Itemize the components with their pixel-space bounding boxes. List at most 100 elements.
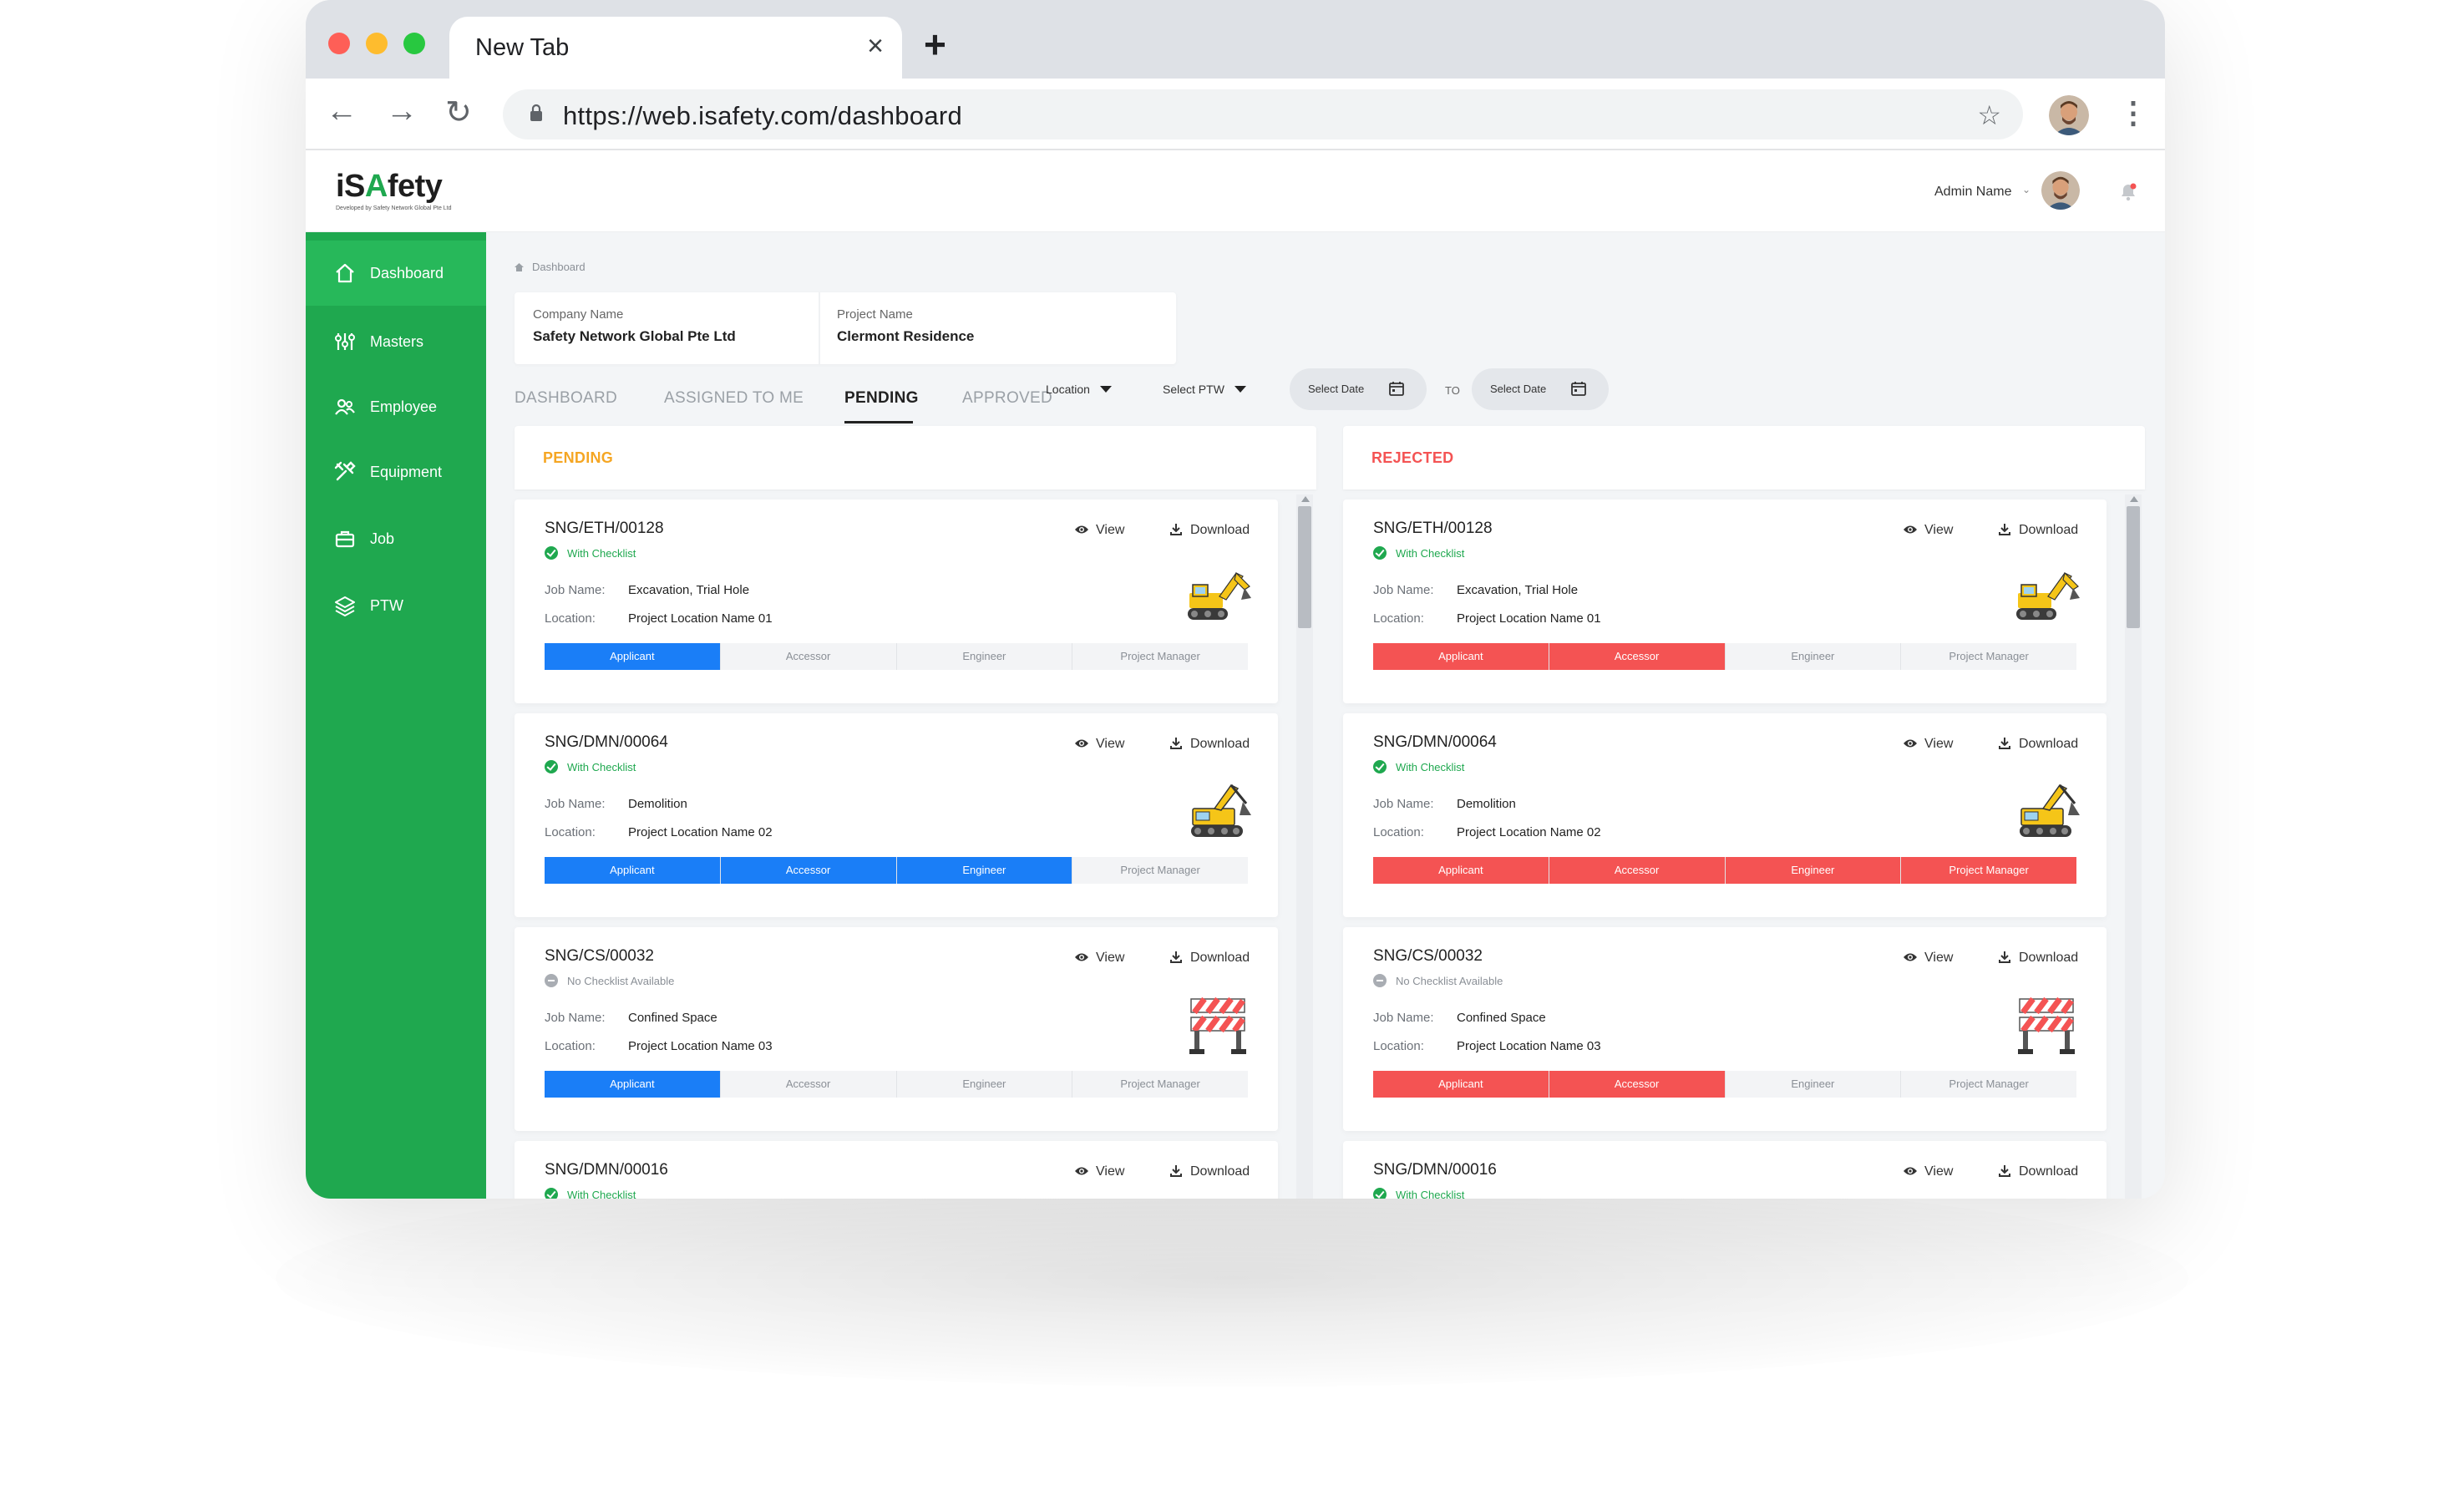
job-card[interactable]: SNG/DMN/00064 With Checklist View Download J… [1343, 713, 2107, 917]
tab-assigned-to-me[interactable]: ASSIGNED TO ME [664, 389, 804, 408]
close-window-button[interactable] [328, 33, 350, 54]
road-barrier-icon [1183, 992, 1253, 1056]
new-tab-button[interactable]: + [924, 22, 946, 67]
back-arrow-icon[interactable]: ← [326, 94, 357, 129]
job-card[interactable]: SNG/DMN/00064 With Checklist View Download J… [515, 713, 1278, 917]
layers-icon [335, 596, 355, 616]
job-card[interactable]: SNG/DMN/00016 With Checklist View Download [515, 1141, 1278, 1199]
location-label: Location: [545, 825, 596, 839]
permit-id[interactable]: SNG/DMN/00064 [545, 733, 668, 752]
checklist-status-text: With Checklist [567, 547, 636, 560]
location-label: Location: [545, 611, 596, 626]
location-value: Project Location Name 02 [628, 825, 773, 839]
sidebar-item-label: Job [370, 530, 395, 547]
view-button[interactable]: View [1903, 523, 1953, 538]
view-button[interactable]: View [1903, 951, 1953, 966]
tab-dashboard[interactable]: DASHBOARD [515, 389, 617, 408]
job-name-label: Job Name: [545, 797, 606, 811]
sidebar-item-dashboard[interactable]: Dashboard [306, 241, 486, 306]
approval-stage: Engineer [1725, 857, 1901, 884]
date-from-picker[interactable]: Select Date [1290, 368, 1427, 410]
approval-progress: Applicant Accessor Engineer Project Manager [545, 643, 1248, 670]
tab-pending[interactable]: PENDING [844, 389, 919, 408]
rejected-scrollbar-thumb[interactable] [2127, 506, 2140, 628]
job-card[interactable]: SNG/CS/00032 No Checklist Available View Do… [1343, 927, 2107, 1131]
tab-approved[interactable]: APPROVED [962, 389, 1052, 408]
job-card[interactable]: SNG/DMN/00016 With Checklist View Download [1343, 1141, 2107, 1199]
minimize-window-button[interactable] [366, 33, 388, 54]
approval-stage: Project Manager [1901, 857, 2076, 884]
home-icon[interactable] [515, 263, 524, 271]
browser-tab-strip: New Tab × + [306, 0, 2165, 79]
avatar[interactable] [2041, 171, 2080, 210]
approval-stage: Applicant [545, 1071, 720, 1098]
address-bar[interactable]: https://web.isafety.com/dashboard ☆ [503, 89, 2023, 139]
isafety-logo[interactable]: iSAfety Developed by Safety Network Glob… [336, 169, 452, 211]
download-button[interactable]: Download [1997, 523, 2078, 538]
reload-icon[interactable]: ↻ [445, 94, 472, 131]
job-card[interactable]: SNG/ETH/00128 With Checklist View Download J… [1343, 499, 2107, 703]
location-filter[interactable]: Location [1046, 383, 1112, 424]
briefcase-icon [335, 530, 355, 548]
admin-name[interactable]: Admin Name [1934, 185, 2011, 200]
download-button[interactable]: Download [1997, 737, 2078, 752]
sidebar-item-label: PTW [370, 597, 403, 614]
scroll-up-arrow-icon[interactable] [2130, 496, 2138, 502]
permit-id[interactable]: SNG/ETH/00128 [545, 520, 664, 538]
minus-circle-icon [545, 974, 558, 987]
permit-id[interactable]: SNG/CS/00032 [1373, 947, 1483, 966]
view-button[interactable]: View [1074, 1164, 1124, 1179]
approval-stage: Engineer [1725, 643, 1901, 670]
view-button[interactable]: View [1074, 523, 1124, 538]
breadcrumb: Dashboard [515, 261, 586, 273]
demolition-machine-icon [1183, 778, 1253, 842]
sidebar-item-job[interactable]: Job [306, 506, 486, 571]
download-icon [1170, 738, 1182, 749]
permit-id[interactable]: SNG/CS/00032 [545, 947, 654, 966]
project-info-card: Company Name Safety Network Global Pte L… [515, 292, 1176, 364]
url-text[interactable]: https://web.isafety.com/dashboard [563, 101, 962, 131]
view-button[interactable]: View [1903, 737, 1953, 752]
sidebar-item-employee[interactable]: Employee [306, 374, 486, 439]
forward-arrow-icon[interactable]: → [386, 94, 418, 129]
excavator-icon [1183, 565, 1253, 628]
permit-id[interactable]: SNG/DMN/00016 [1373, 1161, 1497, 1179]
job-name-value: Demolition [628, 797, 687, 811]
browser-tab[interactable]: New Tab × [449, 17, 902, 79]
browser-profile-avatar[interactable] [2049, 95, 2089, 135]
chevron-down-icon[interactable]: ⌄ [2022, 184, 2031, 195]
close-tab-icon[interactable]: × [867, 30, 884, 63]
location-value: Project Location Name 02 [1457, 825, 1601, 839]
view-button[interactable]: View [1903, 1164, 1953, 1179]
view-button[interactable]: View [1074, 951, 1124, 966]
download-button[interactable]: Download [1169, 1164, 1250, 1179]
job-card[interactable]: SNG/ETH/00128 With Checklist View Download J… [515, 499, 1278, 703]
permit-id[interactable]: SNG/ETH/00128 [1373, 520, 1493, 538]
screenshot-stage: New Tab × + ← → ↻ https://web.isafety.co… [0, 0, 2464, 1506]
date-to-picker[interactable]: Select Date [1472, 368, 1609, 410]
breadcrumb-item[interactable]: Dashboard [532, 261, 586, 273]
ptw-filter[interactable]: Select PTW [1163, 383, 1246, 424]
bookmark-star-icon[interactable]: ☆ [1977, 99, 2001, 131]
permit-id[interactable]: SNG/DMN/00016 [545, 1161, 668, 1179]
pending-scrollbar-thumb[interactable] [1298, 506, 1311, 628]
check-circle-icon [545, 1188, 558, 1199]
permit-id[interactable]: SNG/DMN/00064 [1373, 733, 1497, 752]
sidebar-item-masters[interactable]: Masters [306, 309, 486, 374]
job-card[interactable]: SNG/CS/00032 No Checklist Available View Do… [515, 927, 1278, 1131]
download-button[interactable]: Download [1997, 1164, 2078, 1179]
browser-menu-icon[interactable]: ⋮ [2118, 95, 2148, 130]
view-button[interactable]: View [1074, 737, 1124, 752]
maximize-window-button[interactable] [403, 33, 425, 54]
scroll-up-arrow-icon[interactable] [1301, 496, 1310, 502]
sidebar-item-ptw[interactable]: PTW [306, 573, 486, 638]
download-button[interactable]: Download [1169, 523, 1250, 538]
sidebar-item-equipment[interactable]: Equipment [306, 439, 486, 505]
check-circle-icon [1373, 1188, 1387, 1199]
download-button[interactable]: Download [1997, 951, 2078, 966]
checklist-status: No Checklist Available [1373, 974, 1503, 987]
download-button[interactable]: Download [1169, 737, 1250, 752]
download-button[interactable]: Download [1169, 951, 1250, 966]
notification-bell-icon[interactable] [2119, 182, 2137, 202]
job-name-value: Confined Space [1457, 1011, 1546, 1025]
